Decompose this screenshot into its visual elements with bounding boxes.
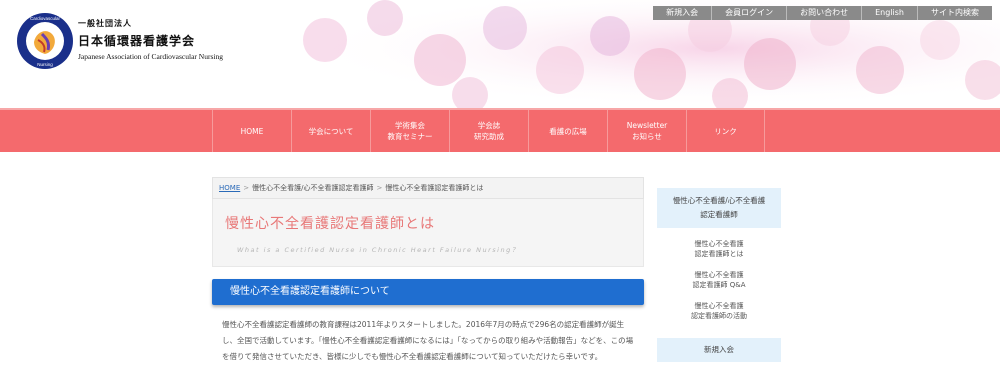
sidebar-item-label: 慢性心不全看護 bbox=[694, 240, 744, 248]
nav-item-label: 看護の広場 bbox=[549, 126, 587, 136]
sidebar-item-label: 認定看護師 Q&A bbox=[692, 281, 746, 289]
sidebar-item-label: 慢性心不全看護 bbox=[694, 302, 744, 310]
topnav-member-login-link[interactable]: 会員ログイン bbox=[712, 6, 788, 20]
logo-english-title: Japanese Association of Cardiovascular N… bbox=[78, 52, 223, 61]
topnav-site-search-link[interactable]: サイト内検索 bbox=[918, 6, 992, 20]
svg-text:Cardiovascular: Cardiovascular bbox=[30, 16, 61, 21]
topnav-join-link[interactable]: 新規入会 bbox=[653, 6, 713, 20]
section-body-text: 慢性心不全看護認定看護師の教育課程は2011年よりスタートしました。2016年7… bbox=[222, 320, 634, 361]
breadcrumb-home-link[interactable]: HOME bbox=[219, 184, 240, 192]
topnav-english-link[interactable]: English bbox=[862, 6, 918, 20]
nav-item-home[interactable]: HOME bbox=[212, 110, 291, 152]
nav-item-label: 研究助成 bbox=[474, 132, 504, 141]
sidebar-item-qa[interactable]: 慢性心不全看護 認定看護師 Q&A bbox=[657, 259, 781, 290]
nav-item-conference[interactable]: 学術集会 教育セミナー bbox=[370, 110, 449, 152]
sidebar-item-label: 認定看護師の活動 bbox=[691, 312, 747, 320]
sidebar-heading-line: 慢性心不全看護/心不全看護 bbox=[672, 196, 766, 205]
nav-item-label: Newsletter bbox=[626, 121, 668, 130]
sidebar-heading[interactable]: 慢性心不全看護/心不全看護 認定看護師 bbox=[657, 188, 781, 228]
sidebar: 慢性心不全看護/心不全看護 認定看護師 慢性心不全看護 認定看護師とは 慢性心不… bbox=[657, 188, 781, 362]
main-content: HOME > 慢性心不全看護/心不全看護認定看護師 > 慢性心不全看護認定看護師とは 慢… bbox=[212, 177, 644, 365]
nav-item-label: 学術集会 bbox=[395, 121, 425, 130]
sidebar-heading-line: 認定看護師 bbox=[700, 210, 738, 219]
nav-item-label: お知らせ bbox=[632, 132, 662, 141]
site-header: Cardiovascular Nursing 一般社団法人 日本循環器看護学会 … bbox=[0, 0, 1000, 108]
page-subtitle-english: What is a Certified Nurse in Chronic Hea… bbox=[237, 246, 520, 254]
nav-item-label: 教育セミナー bbox=[387, 132, 433, 141]
sidebar-item-label: 慢性心不全看護 bbox=[694, 271, 744, 279]
sidebar-item-label: 認定看護師とは bbox=[694, 250, 744, 258]
nav-item-newsletter[interactable]: Newsletter お知らせ bbox=[607, 110, 686, 152]
nav-item-nursing-plaza[interactable]: 看護の広場 bbox=[528, 110, 607, 152]
page-title-box: 慢性心不全看護認定看護師とは What is a Certified Nurse… bbox=[212, 199, 644, 267]
sidebar-join-button[interactable]: 新規入会 bbox=[657, 338, 781, 362]
breadcrumb-separator: > bbox=[243, 184, 250, 192]
nav-item-label: 学会について bbox=[308, 126, 354, 136]
logo-org-type: 一般社団法人 bbox=[78, 19, 132, 28]
society-emblem-logo: Cardiovascular Nursing bbox=[17, 13, 73, 69]
logo-title: 日本循環器看護学会 bbox=[78, 34, 196, 48]
nav-item-links[interactable]: リンク bbox=[686, 110, 765, 152]
site-logo[interactable]: Cardiovascular Nursing 一般社団法人 日本循環器看護学会 … bbox=[16, 12, 316, 72]
utility-nav: 新規入会 会員ログイン お問い合わせ English サイト内検索 bbox=[653, 6, 992, 20]
sidebar-item-activities[interactable]: 慢性心不全看護 認定看護師の活動 bbox=[657, 290, 781, 321]
main-nav: HOME 学会について 学術集会 教育セミナー 学会誌 研究助成 看護の広場 N… bbox=[0, 108, 1000, 152]
topnav-contact-link[interactable]: お問い合わせ bbox=[787, 6, 863, 20]
svg-text:Nursing: Nursing bbox=[37, 62, 53, 67]
nav-item-label: 学会誌 bbox=[477, 121, 501, 130]
breadcrumb-separator: > bbox=[376, 184, 383, 192]
sidebar-item-about-cn[interactable]: 慢性心不全看護 認定看護師とは bbox=[657, 228, 781, 259]
breadcrumb: HOME > 慢性心不全看護/心不全看護認定看護師 > 慢性心不全看護認定看護師とは bbox=[212, 177, 644, 199]
nav-item-journal[interactable]: 学会誌 研究助成 bbox=[449, 110, 528, 152]
breadcrumb-current: 慢性心不全看護認定看護師とは bbox=[385, 184, 484, 192]
page-title: 慢性心不全看護認定看護師とは bbox=[225, 216, 435, 232]
nav-item-about[interactable]: 学会について bbox=[291, 110, 370, 152]
breadcrumb-section-link[interactable]: 慢性心不全看護/心不全看護認定看護師 bbox=[252, 184, 373, 192]
nav-item-label: リンク bbox=[714, 126, 737, 136]
section-heading: 慢性心不全看護認定看護師について bbox=[212, 279, 644, 305]
nav-item-label: HOME bbox=[240, 126, 264, 136]
